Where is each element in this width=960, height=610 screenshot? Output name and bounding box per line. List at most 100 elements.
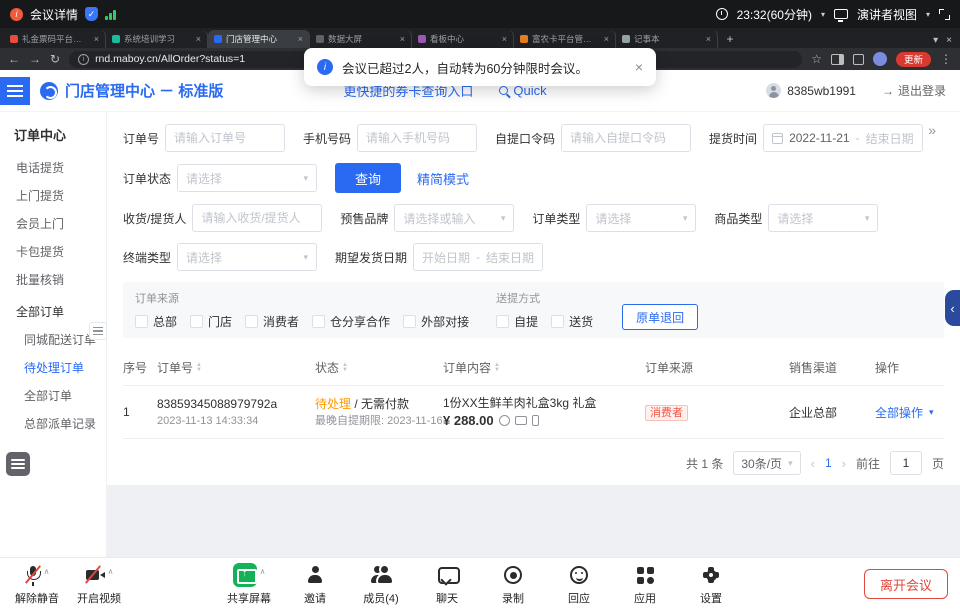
- sort-icon[interactable]: ▲▼: [494, 363, 500, 373]
- prev-page-icon[interactable]: ‹: [811, 456, 815, 471]
- original-order-return-button[interactable]: 原单退回: [622, 304, 698, 330]
- sort-icon[interactable]: ▲▼: [196, 363, 202, 373]
- order-no-input[interactable]: [165, 124, 285, 152]
- sidebar-item-member-visit[interactable]: 会员上门: [0, 210, 106, 238]
- new-tab-button[interactable]: +: [722, 31, 738, 47]
- next-page-icon[interactable]: ›: [842, 456, 846, 471]
- fullscreen-icon[interactable]: [939, 9, 950, 20]
- floating-notes-widget[interactable]: [6, 452, 30, 476]
- back-icon[interactable]: ←: [8, 53, 20, 65]
- sidebar-item-batch-verify[interactable]: 批量核销: [0, 266, 106, 294]
- tab-close-icon[interactable]: ×: [94, 34, 99, 44]
- sidebar-item-all-orders[interactable]: 全部订单: [0, 382, 106, 410]
- checkbox-self-pickup[interactable]: 自提: [496, 313, 538, 330]
- pickup-code-input[interactable]: [561, 124, 691, 152]
- current-page[interactable]: 1: [825, 456, 832, 470]
- browser-tab-5[interactable]: 看板中心 ×: [412, 30, 514, 48]
- site-info-icon[interactable]: i: [78, 54, 89, 65]
- url-text[interactable]: rnd.maboy.cn/AllOrder?status=1: [95, 53, 245, 65]
- security-shield-icon[interactable]: ✓: [85, 7, 98, 21]
- timer-dropdown-caret-icon[interactable]: ▾: [821, 10, 825, 19]
- presale-brand-select[interactable]: 请选择或输入 ▾: [394, 204, 514, 232]
- row-actions-dropdown[interactable]: 全部操作 ▾: [875, 404, 934, 421]
- browser-update-button[interactable]: 更新: [896, 52, 931, 67]
- browser-tab-3-active[interactable]: 门店管理中心 ×: [208, 30, 310, 48]
- sidebar-item-pending-orders[interactable]: 待处理订单: [0, 354, 106, 382]
- settings-button[interactable]: 设置: [688, 563, 734, 606]
- mic-options-caret-icon[interactable]: ∧: [44, 567, 50, 576]
- simple-mode-link[interactable]: 精简模式: [417, 169, 469, 188]
- tab-close-icon[interactable]: ×: [196, 34, 201, 44]
- meeting-details[interactable]: 会议详情: [30, 6, 78, 23]
- checkbox-source-external[interactable]: 外部对接: [403, 313, 469, 330]
- tab-list-caret-icon[interactable]: ▾: [933, 35, 938, 46]
- order-status-select[interactable]: 请选择 ▾: [177, 164, 317, 192]
- checkbox-delivery[interactable]: 送货: [551, 313, 593, 330]
- terminal-type-select[interactable]: 请选择 ▾: [177, 243, 317, 271]
- tab-close-icon[interactable]: ×: [400, 34, 405, 44]
- view-dropdown-caret-icon[interactable]: ▾: [926, 10, 930, 19]
- sidebar-item-cardpack-pickup[interactable]: 卡包提货: [0, 238, 106, 266]
- leave-meeting-button[interactable]: 离开会议: [864, 569, 948, 599]
- panel-collapse-icon[interactable]: »: [928, 122, 936, 138]
- expect-start-date[interactable]: 开始日期: [422, 249, 470, 266]
- record-button[interactable]: 录制: [490, 563, 536, 606]
- browser-profile-avatar[interactable]: [873, 52, 887, 66]
- browser-tab-1[interactable]: 礼金票码平台管理中心 ×: [4, 30, 106, 48]
- col-status[interactable]: 状态 ▲▼: [315, 359, 443, 376]
- side-panel-icon[interactable]: [831, 54, 844, 65]
- tab-close-icon[interactable]: ×: [298, 34, 303, 44]
- tab-close-icon[interactable]: ×: [502, 34, 507, 44]
- view-mode-label[interactable]: 演讲者视图: [857, 6, 917, 23]
- col-content[interactable]: 订单内容 ▲▼: [443, 359, 645, 376]
- pickup-start-date[interactable]: 2022-11-21: [789, 131, 850, 145]
- expect-ship-date-range[interactable]: 开始日期 - 结束日期: [413, 243, 543, 271]
- sort-icon[interactable]: ▲▼: [342, 363, 348, 373]
- bookmark-star-icon[interactable]: ☆: [811, 53, 822, 65]
- share-options-caret-icon[interactable]: ∧: [260, 567, 266, 576]
- browser-menu-icon[interactable]: ⋮: [940, 53, 952, 65]
- window-close-icon[interactable]: ×: [946, 35, 952, 46]
- toast-close-icon[interactable]: ×: [635, 59, 643, 75]
- receiver-input[interactable]: [192, 204, 322, 232]
- reactions-button[interactable]: 回应: [556, 563, 602, 606]
- checkbox-source-store[interactable]: 门店: [190, 313, 232, 330]
- forward-icon[interactable]: →: [29, 53, 41, 65]
- start-video-button[interactable]: ∧ 开启视频: [76, 563, 122, 606]
- invite-button[interactable]: 邀请: [292, 563, 338, 606]
- pickup-end-date[interactable]: 结束日期: [866, 130, 914, 147]
- page-size-select[interactable]: 30条/页 ▾: [733, 451, 800, 475]
- logout-button[interactable]: → 退出登录: [882, 82, 946, 99]
- right-edge-drawer-handle[interactable]: ‹: [945, 290, 960, 326]
- browser-tab-4[interactable]: 数据大屏 ×: [310, 30, 412, 48]
- order-type-select[interactable]: 请选择 ▾: [586, 204, 696, 232]
- hamburger-menu-button[interactable]: [0, 77, 30, 105]
- user-account[interactable]: 8385wb1991: [766, 83, 856, 98]
- tab-close-icon[interactable]: ×: [604, 34, 609, 44]
- search-button[interactable]: 查询: [335, 163, 401, 193]
- chat-button[interactable]: 聊天: [424, 563, 470, 606]
- sidebar-collapse-toggle[interactable]: [89, 322, 107, 340]
- browser-tab-7[interactable]: 记事本 ×: [616, 30, 718, 48]
- tab-close-icon[interactable]: ×: [706, 34, 711, 44]
- sidebar-item-phone-pickup[interactable]: 电话提货: [0, 154, 106, 182]
- members-button[interactable]: 成员(4): [358, 563, 404, 606]
- video-options-caret-icon[interactable]: ∧: [108, 567, 114, 576]
- browser-tab-2[interactable]: 系统培训学习 ×: [106, 30, 208, 48]
- goto-page-input[interactable]: [890, 451, 922, 475]
- share-screen-button[interactable]: ∧ 共享屏幕: [226, 563, 272, 606]
- unmute-button[interactable]: ∧ 解除静音: [14, 563, 60, 606]
- phone-input[interactable]: [357, 124, 477, 152]
- browser-tab-6[interactable]: 富农卡平台管理中心 ×: [514, 30, 616, 48]
- pickup-date-range[interactable]: 2022-11-21 - 结束日期: [763, 124, 923, 152]
- sidebar-item-door-pickup[interactable]: 上门提货: [0, 182, 106, 210]
- extensions-icon[interactable]: [853, 54, 864, 65]
- reload-icon[interactable]: ↻: [50, 53, 60, 65]
- sidebar-item-hq-dispatch-records[interactable]: 总部派单记录: [0, 410, 106, 438]
- goods-type-select[interactable]: 请选择 ▾: [768, 204, 878, 232]
- expect-end-date[interactable]: 结束日期: [486, 249, 534, 266]
- col-order-no[interactable]: 订单号 ▲▼: [157, 359, 315, 376]
- checkbox-source-consumer[interactable]: 消费者: [245, 313, 299, 330]
- checkbox-source-warehouse-share[interactable]: 仓分享合作: [312, 313, 390, 330]
- apps-button[interactable]: 应用: [622, 563, 668, 606]
